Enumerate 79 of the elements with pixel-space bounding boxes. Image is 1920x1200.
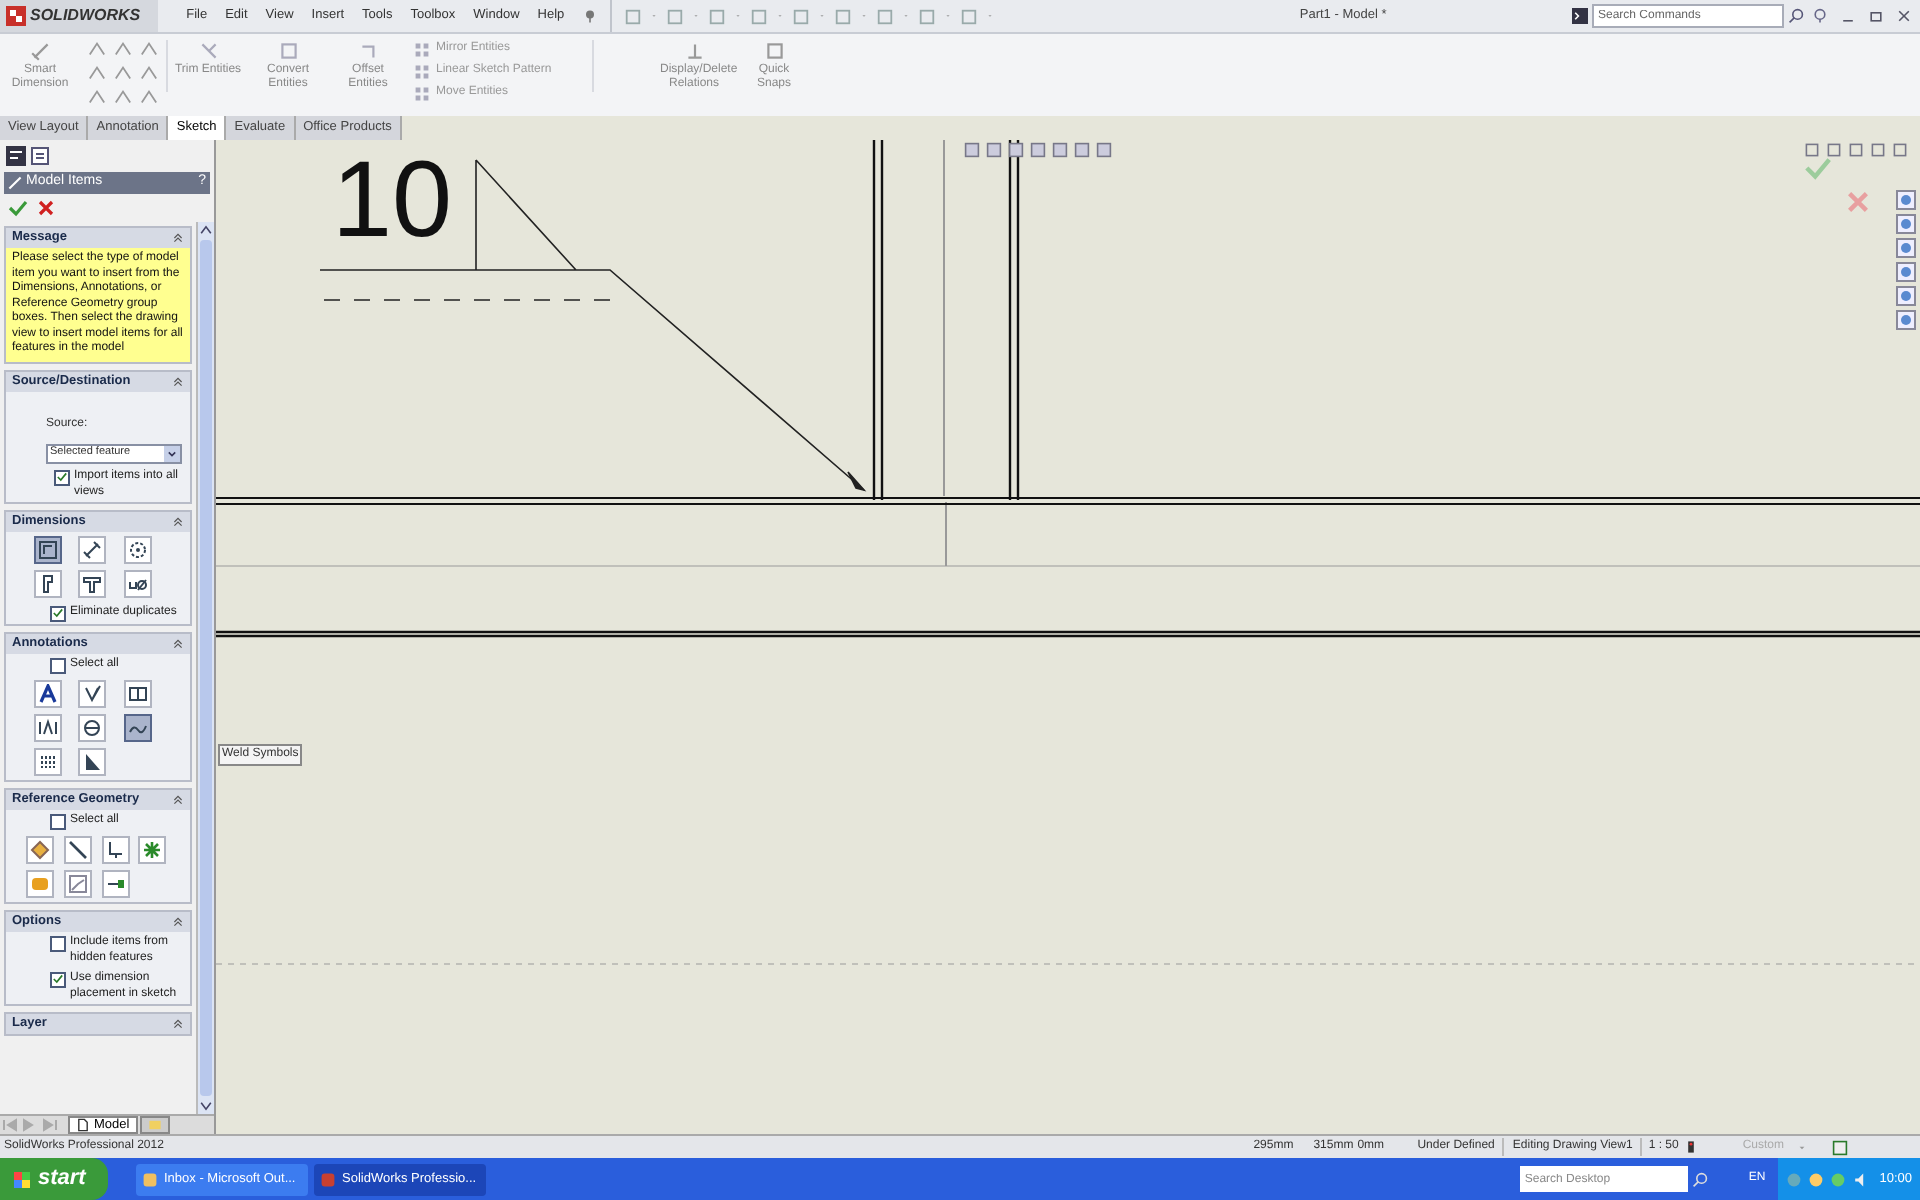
- dimension-icon: [29, 40, 51, 62]
- terminal-icon: [1572, 8, 1588, 24]
- triangle-icon: [82, 751, 103, 771]
- bracket-icon: [38, 573, 58, 593]
- pattern-icon: [414, 63, 430, 79]
- checkbox[interactable]: [50, 813, 66, 829]
- checkbox[interactable]: [50, 971, 66, 987]
- dimensions-type-button[interactable]: [34, 569, 62, 597]
- collapse-icon: [172, 375, 184, 387]
- pattern-icon: [414, 41, 430, 57]
- collapse-icon: [172, 1017, 184, 1029]
- start-button[interactable]: start: [0, 1158, 108, 1200]
- annotations-type-button[interactable]: [34, 747, 62, 775]
- pin-icon: [582, 8, 599, 24]
- windows-flag-icon: [12, 1169, 32, 1189]
- square-icon: [38, 539, 58, 559]
- document-icon: [76, 1118, 90, 1132]
- sheet-tab[interactable]: [139, 1116, 170, 1134]
- feature-tree-icon: [6, 146, 26, 166]
- dimension-text: 10: [332, 140, 453, 264]
- annotations-type-button[interactable]: [34, 713, 62, 741]
- diagonal-icon: [82, 539, 103, 559]
- surface-icon: [30, 873, 50, 893]
- letter-icon: [38, 683, 58, 703]
- collapse-icon: [172, 915, 184, 927]
- ok-button[interactable]: [8, 198, 28, 218]
- scroll-down-icon: [198, 1098, 214, 1114]
- caret-icon: [1796, 1141, 1808, 1153]
- annotations-type-button[interactable]: [123, 679, 152, 707]
- dimensions-type-button[interactable]: [78, 535, 107, 563]
- reference-type-button[interactable]: [101, 869, 129, 897]
- annotations-type-button[interactable]: [123, 713, 152, 741]
- reference-type-button[interactable]: [101, 835, 129, 863]
- checkbox[interactable]: [50, 657, 66, 673]
- relations-icon: [683, 40, 705, 62]
- balloon-icon: [82, 717, 103, 737]
- tee-icon: [82, 573, 103, 593]
- collapse-icon: [172, 232, 184, 244]
- dimensions-type-button[interactable]: [123, 535, 152, 563]
- curve-icon: [67, 873, 88, 893]
- sheet-icon: [147, 1118, 162, 1132]
- app-name: SOLIDWORKS: [30, 4, 143, 28]
- annotations-type-button[interactable]: [78, 747, 107, 775]
- reference-type-button[interactable]: [63, 835, 92, 863]
- offset-icon: [357, 40, 379, 62]
- reference-type-button[interactable]: [138, 835, 167, 863]
- axis-icon: [67, 839, 88, 859]
- frame-icon: [127, 683, 148, 703]
- scroll-up-icon: [198, 222, 214, 238]
- pattern-icon: [414, 85, 430, 101]
- reference-type-button[interactable]: [26, 835, 54, 863]
- checkbox[interactable]: [54, 469, 70, 485]
- origin-icon: [105, 839, 125, 859]
- property-icon: [30, 146, 50, 166]
- annotations-type-button[interactable]: [78, 713, 107, 741]
- dimensions-type-button[interactable]: [78, 569, 107, 597]
- plane-icon: [30, 839, 50, 859]
- trim-icon: [197, 40, 219, 62]
- datum-icon: [38, 717, 58, 737]
- collapse-icon: [172, 515, 184, 527]
- check-mark-icon: [82, 683, 103, 703]
- checkbox[interactable]: [50, 605, 66, 621]
- annotations-type-button[interactable]: [34, 679, 62, 707]
- help-icon: [1812, 8, 1828, 24]
- dropdown-arrow-icon: [164, 445, 180, 461]
- checkmark-icon: [8, 198, 28, 218]
- logo-icon: [6, 6, 26, 26]
- dimensions-type-button[interactable]: [123, 569, 152, 597]
- annotations-type-button[interactable]: [78, 679, 107, 707]
- checkbox[interactable]: [50, 935, 66, 951]
- collapse-icon: [172, 637, 184, 649]
- dimensions-type-button[interactable]: [34, 535, 62, 563]
- collapse-icon: [172, 793, 184, 805]
- point-icon: [142, 839, 163, 859]
- hatch-icon: [38, 751, 58, 771]
- scrollbar[interactable]: [196, 222, 214, 1114]
- cancel-x-icon: [1844, 188, 1872, 216]
- confirm-checkmark-icon: [1804, 154, 1832, 182]
- speaker-icon: [1851, 1171, 1868, 1187]
